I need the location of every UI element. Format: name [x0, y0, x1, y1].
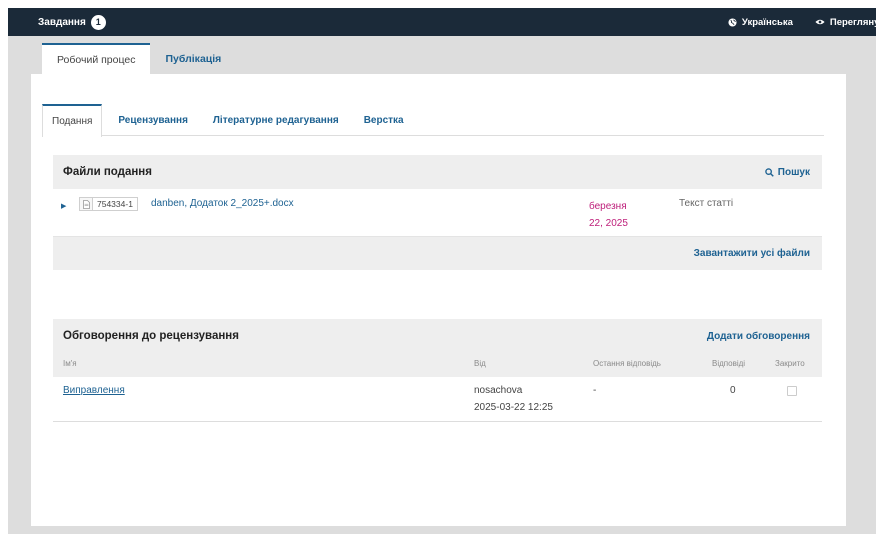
- search-icon: [765, 167, 774, 177]
- column-last-reply: Остання відповідь: [593, 359, 661, 368]
- globe-icon: [728, 17, 737, 27]
- view-label: Переглянути: [829, 16, 876, 28]
- table-row: Виправлення nosachova 2025-03-22 12:25 -…: [53, 377, 822, 422]
- tasks-label: Завдання: [38, 16, 86, 28]
- submission-files-panel: Файли подання Пошук ▶ 754334-1 danben, Д…: [53, 155, 822, 270]
- language-label: Українська: [741, 16, 793, 28]
- column-name: Ім'я: [63, 359, 77, 368]
- document-icon: [79, 197, 92, 211]
- discussions-table-header: Ім'я Від Остання відповідь Відповіді Зак…: [53, 353, 822, 377]
- submission-files-footer: Завантажити усі файли: [53, 236, 822, 270]
- discussion-from-user: nosachova: [474, 385, 523, 396]
- tasks-count-badge: 1: [90, 14, 106, 30]
- column-replies: Відповіді: [712, 359, 746, 368]
- discussion-from-date: 2025-03-22 12:25: [474, 402, 553, 413]
- search-button[interactable]: Пошук: [765, 167, 810, 178]
- file-id-badge: 754334-1: [92, 197, 138, 211]
- tab-workflow[interactable]: Робочий процес: [42, 43, 151, 74]
- column-from: Від: [474, 359, 486, 368]
- discussion-replies-count: 0: [730, 385, 736, 396]
- review-discussions-panel: Обговорення до рецензування Додати обгов…: [53, 319, 822, 422]
- file-date-day-year: 22, 2025: [589, 218, 628, 229]
- tab-submission[interactable]: Подання: [42, 104, 103, 137]
- stage-tabs: Подання Рецензування Літературне редагув…: [42, 104, 824, 137]
- file-name-link[interactable]: danben, Додаток 2_2025+.docx: [151, 198, 294, 209]
- tasks-button[interactable]: Завдання 1: [38, 14, 106, 30]
- file-date: березня 22, 2025: [589, 198, 659, 232]
- discussions-header: Обговорення до рецензування Додати обгов…: [53, 319, 822, 353]
- discussion-closed-checkbox[interactable]: [787, 386, 797, 396]
- submission-files-title: Файли подання: [63, 166, 152, 178]
- language-button[interactable]: Українська: [728, 17, 793, 28]
- column-closed: Закрито: [775, 359, 805, 368]
- discussion-title-link[interactable]: Виправлення: [63, 385, 125, 396]
- app-frame: Завдання 1 Українська Переглянути Робочи…: [8, 8, 876, 534]
- workflow-content: Подання Рецензування Літературне редагув…: [31, 74, 846, 526]
- search-label: Пошук: [777, 166, 810, 178]
- eye-icon: [815, 19, 825, 25]
- view-button[interactable]: Переглянути: [815, 17, 876, 28]
- discussions-title: Обговорення до рецензування: [63, 330, 239, 342]
- submission-files-header: Файли подання Пошук: [53, 155, 822, 189]
- file-type: Текст статті: [679, 198, 734, 209]
- tab-copyediting[interactable]: Літературне редагування: [204, 104, 348, 136]
- tab-review[interactable]: Рецензування: [109, 104, 197, 136]
- add-discussion-button[interactable]: Додати обговорення: [707, 331, 810, 342]
- file-date-month: березня: [589, 201, 627, 212]
- tab-publication[interactable]: Публікація: [150, 43, 236, 74]
- file-row: ▶ 754334-1 danben, Додаток 2_2025+.docx …: [53, 189, 822, 236]
- main-tabs: Робочий процес Публікація: [42, 43, 236, 74]
- expand-caret-icon[interactable]: ▶: [61, 202, 66, 210]
- top-bar: Завдання 1 Українська Переглянути: [8, 8, 876, 36]
- discussion-last-reply: -: [593, 385, 597, 396]
- download-all-files-button[interactable]: Завантажити усі файли: [694, 248, 810, 259]
- tab-production[interactable]: Верстка: [355, 104, 413, 136]
